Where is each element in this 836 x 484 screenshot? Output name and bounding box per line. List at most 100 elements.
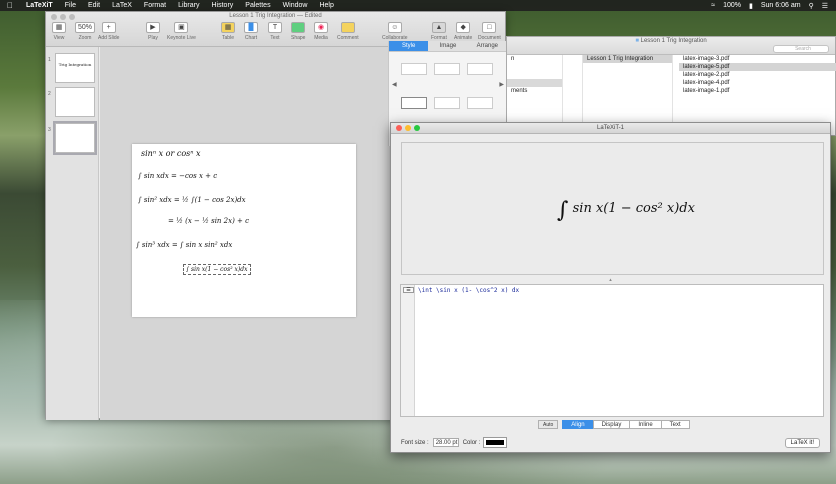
clock[interactable]: Sun 6:06 am	[761, 2, 801, 9]
slide-line-5: ∫ sin³ xdx = ∫ sin x sin² xdx	[136, 241, 233, 249]
shape-icon	[291, 22, 306, 33]
finder-window: ■ Lesson 1 Trig Integration Search n men…	[506, 36, 836, 136]
slide-line-4: = ½ (x − ½ sin 2x) + c	[168, 217, 250, 225]
apple-icon[interactable]: 	[0, 1, 20, 10]
image-style-2[interactable]	[434, 63, 460, 75]
document-icon: □	[482, 22, 497, 33]
image-style-1[interactable]	[401, 63, 427, 75]
slide-thumbnail-3[interactable]	[53, 121, 97, 155]
menu-format[interactable]: Format	[138, 2, 172, 9]
file-item[interactable]: latex-image-1.pdf	[679, 87, 836, 95]
toolbar-zoom[interactable]: 50% Zoom	[75, 22, 95, 41]
toolbar-document[interactable]: □ Document	[478, 22, 501, 41]
search-icon[interactable]: ⚲	[809, 2, 814, 10]
latexit-button[interactable]: LaTeX it!	[784, 438, 820, 448]
toolbar-text[interactable]: T Text	[268, 22, 282, 41]
selected-equation-image[interactable]: ∫ sin x(1 − cos² x)dx	[183, 264, 251, 275]
toolbar-format[interactable]: ▲ Format	[431, 22, 447, 41]
latex-source-editor[interactable]: ☰ \int \sin x (1- \cos^2 x) dx	[400, 284, 824, 417]
toolbar-collaborate[interactable]: ☺ Collaborate	[382, 22, 408, 41]
chevron-left-icon[interactable]: ◀	[392, 81, 397, 88]
mode-inline[interactable]: Inline	[629, 420, 662, 429]
mode-auto[interactable]: Auto	[538, 420, 559, 429]
image-style-4[interactable]	[401, 97, 427, 109]
slide-line-2: ∫ sin xdx = −cos x + c	[138, 172, 218, 180]
battery-icon: ▮	[749, 2, 753, 10]
sidebar-icon: ▦	[52, 22, 66, 33]
menu-window[interactable]: Window	[277, 2, 314, 9]
menu-help[interactable]: Help	[313, 2, 339, 9]
minimize-button[interactable]	[405, 125, 411, 131]
toolbar-media[interactable]: ◉ Media	[314, 22, 328, 41]
latex-preview[interactable]: ∫ sin x(1 − cos² x)dx	[401, 142, 824, 275]
image-style-3[interactable]	[467, 63, 493, 75]
latexit-titlebar: LaTeXiT-1	[391, 123, 830, 134]
slide-thumbnail-2[interactable]	[55, 87, 95, 117]
chart-icon: █	[244, 22, 258, 33]
menu-history[interactable]: History	[206, 2, 240, 9]
image-style-6[interactable]	[467, 97, 493, 109]
split-handle[interactable]: ▴	[391, 278, 830, 283]
wifi-icon[interactable]: ≈	[711, 2, 715, 9]
zoom-button[interactable]	[414, 125, 420, 131]
menu-list-icon[interactable]: ☰	[822, 2, 828, 10]
list-item[interactable]: ments	[507, 87, 562, 95]
toolbar-play[interactable]: ▶ Play	[146, 22, 160, 41]
toolbar-shape[interactable]: Shape	[291, 22, 305, 41]
preview-formula: ∫ sin x(1 − cos² x)dx	[557, 198, 695, 223]
menu-list-icon[interactable]: ☰	[403, 287, 414, 293]
toolbar-table[interactable]: ▦ Table	[221, 22, 235, 41]
slide[interactable]: sinⁿ x or cosⁿ x ∫ sin xdx = −cos x + c …	[132, 144, 356, 317]
menu-edit[interactable]: Edit	[82, 2, 106, 9]
list-item[interactable]: n	[507, 55, 562, 63]
file-item[interactable]: latex-image-2.pdf	[679, 71, 836, 79]
toolbar-keynote-live[interactable]: ▣ Keynote Live	[167, 22, 196, 41]
image-style-5[interactable]	[434, 97, 460, 109]
tab-arrange[interactable]: Arrange	[467, 41, 507, 52]
mode-align[interactable]: Align	[562, 420, 594, 429]
file-item[interactable]: latex-image-5.pdf	[679, 63, 836, 71]
toolbar-view[interactable]: ▦ View	[52, 22, 66, 41]
collaborate-icon: ☺	[387, 22, 402, 33]
font-size-field[interactable]: 28.00 pt	[432, 438, 459, 447]
battery-percent[interactable]: 100%	[723, 2, 741, 9]
menu-palettes[interactable]: Palettes	[239, 2, 276, 9]
slide-thumbnail-1[interactable]: Trig Integration	[55, 53, 95, 83]
finder-search-field[interactable]: Search	[773, 45, 829, 53]
latex-source-text[interactable]: \int \sin x (1- \cos^2 x) dx	[418, 287, 519, 294]
close-button[interactable]	[396, 125, 402, 131]
chevron-right-icon[interactable]: ▶	[499, 81, 504, 88]
tab-style[interactable]: Style	[389, 41, 429, 52]
file-item[interactable]: latex-image-4.pdf	[679, 79, 836, 87]
file-item[interactable]: latex-image-3.pdf	[679, 55, 836, 63]
toolbar-add-slide[interactable]: + Add Slide	[98, 22, 119, 41]
mode-display[interactable]: Display	[592, 420, 631, 429]
list-item[interactable]	[507, 79, 562, 87]
menu-file[interactable]: File	[59, 2, 82, 9]
toolbar-chart[interactable]: █ Chart	[244, 22, 258, 41]
menu-bar:  LaTeXiT File Edit LaTeX Format Library…	[0, 0, 836, 11]
play-icon: ▶	[146, 22, 160, 33]
keynote-title: Lesson 1 Trig Integration — Edited	[229, 13, 322, 19]
live-icon: ▣	[174, 22, 189, 33]
finder-titlebar: ■ Lesson 1 Trig Integration Search	[507, 37, 835, 55]
toolbar-animate[interactable]: ◆ Animate	[454, 22, 472, 41]
slide-line-3: ∫ sin² xdx = ½ ∫(1 − cos 2x)dx	[138, 196, 246, 204]
menu-latex[interactable]: LaTeX	[106, 2, 138, 9]
list-item-folder[interactable]: Lesson 1 Trig Integration	[583, 55, 672, 63]
text-icon: T	[268, 22, 282, 33]
media-icon: ◉	[314, 22, 328, 33]
finder-title: Lesson 1 Trig Integration	[640, 38, 707, 44]
editor-gutter: ☰	[401, 285, 415, 416]
latexit-window: LaTeXiT-1 ∫ sin x(1 − cos² x)dx ▴ ☰ \int…	[390, 122, 831, 453]
latexit-title: LaTeXiT-1	[596, 125, 624, 131]
mode-text[interactable]: Text	[660, 420, 690, 429]
toolbar-comment[interactable]: Comment	[337, 22, 359, 41]
menu-library[interactable]: Library	[172, 2, 205, 9]
menu-app[interactable]: LaTeXiT	[20, 2, 59, 9]
mode-selector: Auto Align Display Inline Text	[538, 420, 690, 429]
slide-line-1: sinⁿ x or cosⁿ x	[141, 149, 201, 158]
tab-image[interactable]: Image	[428, 41, 468, 52]
color-well[interactable]	[483, 437, 508, 448]
format-icon: ▲	[431, 22, 446, 33]
